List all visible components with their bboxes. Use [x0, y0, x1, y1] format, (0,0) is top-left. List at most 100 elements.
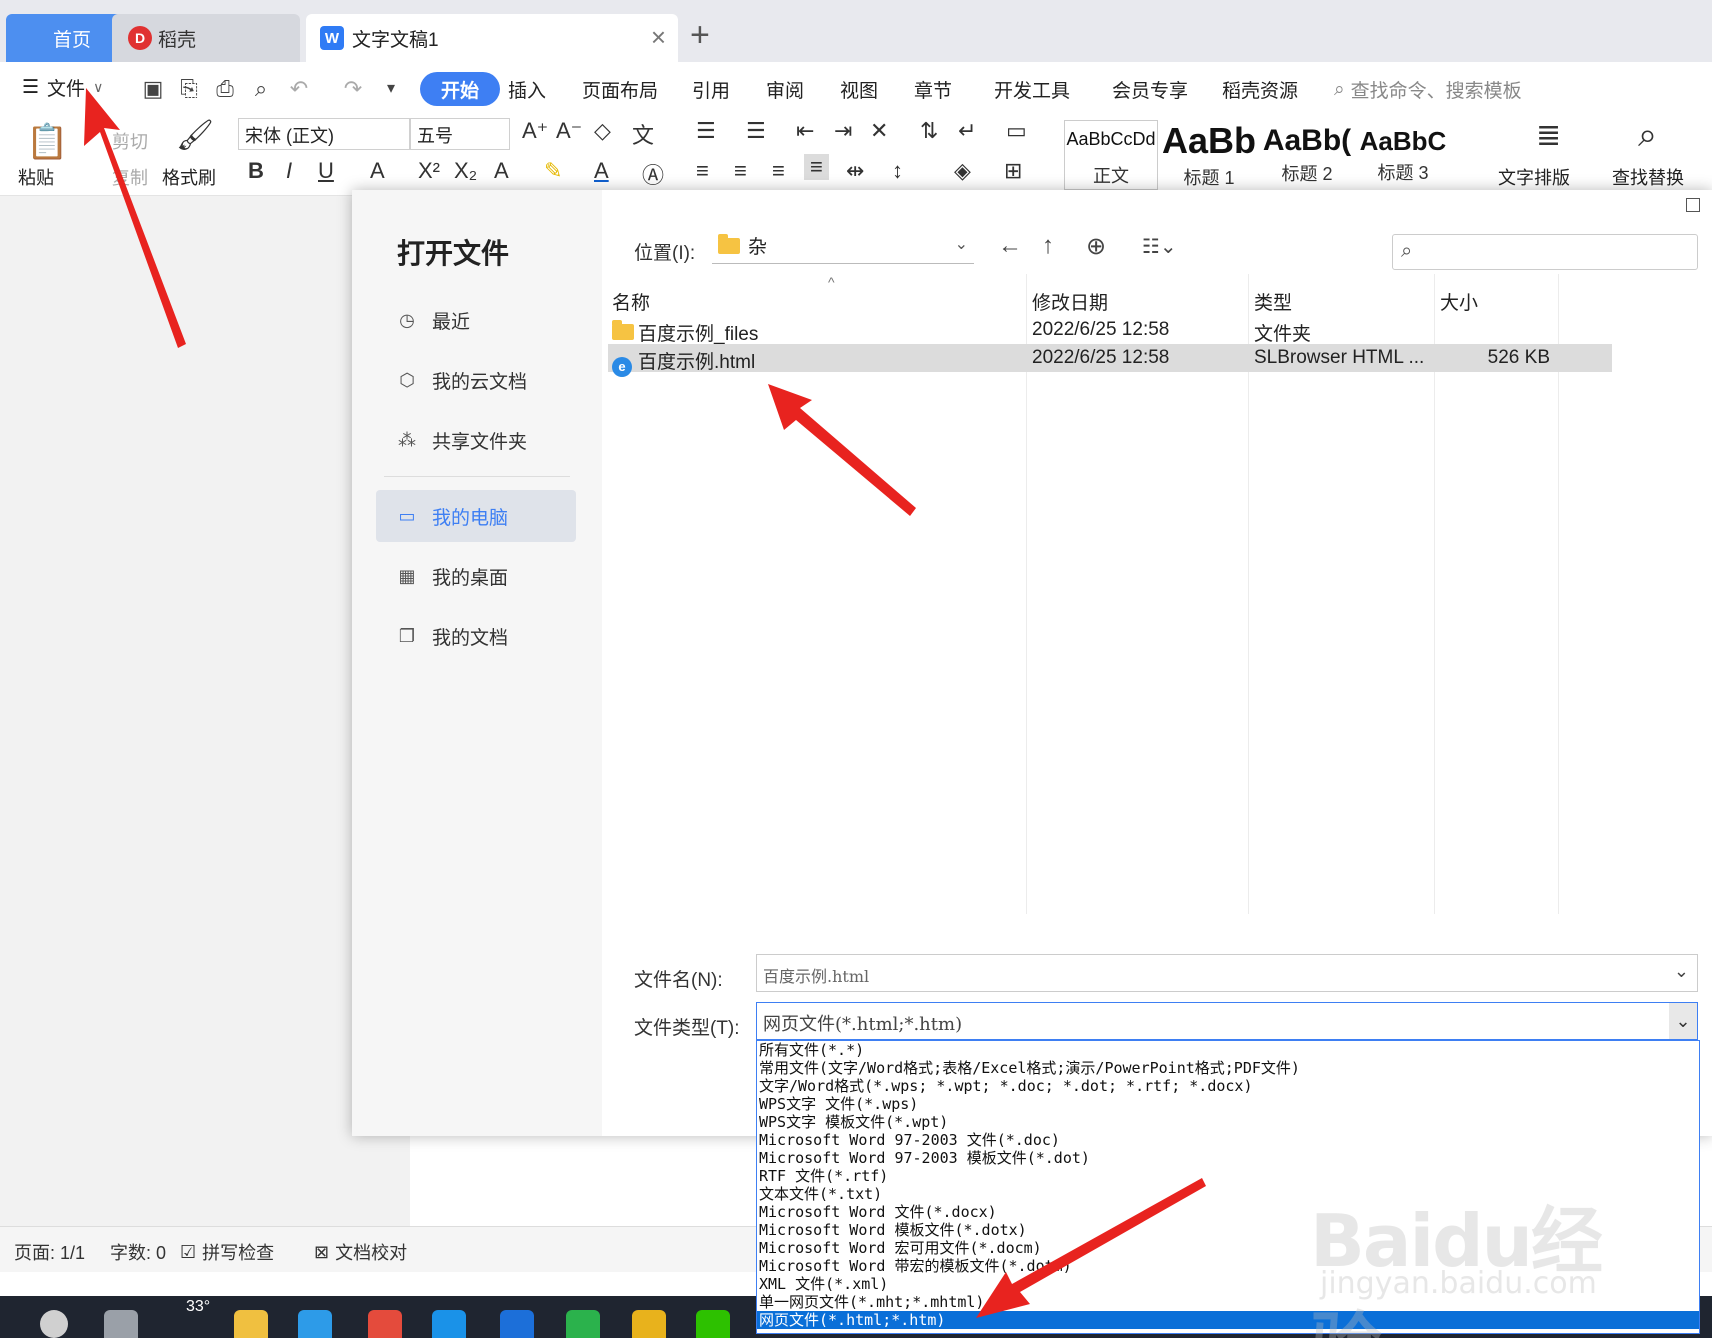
- edge-icon[interactable]: [298, 1310, 332, 1338]
- security-icon[interactable]: [500, 1310, 534, 1338]
- undo-icon[interactable]: ↶: [286, 76, 312, 102]
- column-type[interactable]: 类型: [1254, 288, 1292, 315]
- nav-shared-folder[interactable]: ⁂ 共享文件夹: [376, 414, 576, 466]
- tab-document[interactable]: W 文字文稿1 ×: [306, 14, 678, 62]
- tab-insert[interactable]: 插入: [508, 76, 546, 103]
- font-color-icon[interactable]: A: [594, 158, 609, 184]
- highlight-icon[interactable]: ✎: [544, 158, 562, 184]
- strikethrough-icon[interactable]: A: [370, 158, 385, 184]
- font-size-select[interactable]: 五号: [410, 118, 510, 150]
- nav-recent[interactable]: ◷ 最近: [376, 294, 576, 346]
- italic-icon[interactable]: I: [286, 158, 292, 184]
- cut-button[interactable]: 剪切: [112, 128, 148, 154]
- show-marks-icon[interactable]: ↵: [958, 118, 976, 144]
- column-name[interactable]: 名称: [612, 288, 650, 315]
- tab-daoke[interactable]: D 稻壳: [112, 14, 300, 62]
- weather-temperature[interactable]: 33°: [186, 1298, 210, 1316]
- line-spacing-icon[interactable]: ↕: [892, 158, 903, 184]
- paste-button[interactable]: 粘贴: [18, 164, 54, 190]
- numbered-list-icon[interactable]: ☰: [746, 118, 766, 144]
- redo-icon[interactable]: ↷: [340, 76, 366, 102]
- filename-input[interactable]: 百度示例.html ⌄: [756, 954, 1698, 992]
- format-painter-icon[interactable]: 🖌: [176, 118, 214, 153]
- filetype-option[interactable]: WPS文字 模板文件(*.wpt): [757, 1113, 1699, 1131]
- task-view-icon[interactable]: [104, 1310, 138, 1338]
- bullet-list-icon[interactable]: ☰: [696, 118, 716, 144]
- new-tab-icon[interactable]: +: [690, 18, 710, 52]
- export-icon[interactable]: ⎘: [176, 76, 202, 102]
- subscript-icon[interactable]: X₂: [454, 158, 477, 184]
- paste-icon[interactable]: 📋: [26, 122, 68, 162]
- tab-page-layout[interactable]: 页面布局: [582, 76, 658, 103]
- distribute-icon[interactable]: ⇹: [846, 158, 864, 184]
- style-normal[interactable]: AaBbCcDd 正文: [1064, 120, 1158, 190]
- clear-format-icon[interactable]: ◇: [594, 118, 611, 144]
- bold-icon[interactable]: B: [248, 158, 264, 184]
- print-preview-icon[interactable]: ⌕: [248, 76, 274, 102]
- style-heading-2[interactable]: AaBb( 标题 2: [1260, 120, 1354, 190]
- superscript-icon[interactable]: X²: [418, 158, 440, 184]
- tab-daoke-resources[interactable]: 稻壳资源: [1222, 76, 1298, 103]
- filetype-option[interactable]: 所有文件(*.*): [757, 1041, 1699, 1059]
- filetype-option[interactable]: 文字/Word格式(*.wps; *.wpt; *.doc; *.dot; *.…: [757, 1077, 1699, 1095]
- nav-cloud-docs[interactable]: ⬡ 我的云文档: [376, 354, 576, 406]
- find-icon[interactable]: ⌕: [1638, 116, 1657, 155]
- tab-developer[interactable]: 开发工具: [994, 76, 1070, 103]
- chinese-layout-icon[interactable]: ✕: [870, 118, 888, 144]
- copy-button[interactable]: 复制: [112, 164, 148, 190]
- grow-font-icon[interactable]: A⁺: [522, 118, 548, 144]
- spell-check-button[interactable]: ☑ 拼写检查: [180, 1239, 274, 1265]
- justify-icon[interactable]: ≡: [804, 154, 829, 180]
- format-painter-button[interactable]: 格式刷: [162, 164, 216, 190]
- nav-my-documents[interactable]: ❐ 我的文档: [376, 610, 576, 662]
- increase-indent-icon[interactable]: ⇥: [834, 118, 852, 144]
- filetype-option[interactable]: Microsoft Word 97-2003 文件(*.doc): [757, 1131, 1699, 1149]
- chevron-down-icon[interactable]: ⌄: [1669, 1003, 1697, 1039]
- close-tab-icon[interactable]: ×: [651, 24, 666, 50]
- text-effect-icon[interactable]: A: [494, 158, 509, 184]
- save-icon[interactable]: ▣: [140, 76, 166, 102]
- chrome-icon[interactable]: [632, 1310, 666, 1338]
- file-menu-button[interactable]: ☰ 文件 ∨: [22, 74, 103, 101]
- print-icon[interactable]: ⎙: [212, 76, 238, 102]
- tab-review[interactable]: 审阅: [766, 76, 804, 103]
- phonetic-icon[interactable]: 文: [632, 118, 654, 150]
- tab-start[interactable]: 开始: [420, 72, 500, 106]
- nav-my-computer[interactable]: ▭ 我的电脑: [376, 490, 576, 542]
- file-row-html[interactable]: e 百度示例.html 2022/6/25 12:58 SLBrowser HTM…: [608, 344, 1612, 377]
- file-row-folder[interactable]: 百度示例_files 2022/6/25 12:58 文件夹: [608, 316, 1612, 345]
- borders-icon[interactable]: ⊞: [1004, 158, 1022, 184]
- tab-member[interactable]: 会员专享: [1112, 76, 1188, 103]
- location-select[interactable]: 杂 ⌄: [712, 228, 974, 264]
- decrease-indent-icon[interactable]: ⇤: [796, 118, 814, 144]
- browser-icon[interactable]: [432, 1310, 466, 1338]
- filetype-option[interactable]: 常用文件(文字/Word格式;表格/Excel格式;演示/PowerPoint格…: [757, 1059, 1699, 1077]
- nav-my-desktop[interactable]: ▦ 我的桌面: [376, 550, 576, 602]
- filetype-select[interactable]: 网页文件(*.html;*.htm) ⌄: [756, 1002, 1698, 1040]
- chevron-down-icon[interactable]: ⌄: [1674, 961, 1689, 982]
- shrink-font-icon[interactable]: A⁻: [556, 118, 582, 144]
- view-options-icon[interactable]: ☷⌄: [1142, 234, 1177, 259]
- font-family-select[interactable]: 宋体 (正文): [238, 118, 410, 150]
- up-arrow-icon[interactable]: ↑: [1042, 232, 1054, 260]
- text-layout-icon[interactable]: ≣: [1536, 118, 1561, 153]
- doc-proof-button[interactable]: ⊠ 文档校对: [314, 1239, 407, 1265]
- char-border-icon[interactable]: Ⓐ: [642, 158, 664, 190]
- word-count[interactable]: 字数: 0: [110, 1239, 166, 1265]
- customize-toolbar-icon[interactable]: ▾: [378, 76, 404, 102]
- ruler-icon[interactable]: ▭: [1006, 118, 1027, 144]
- maximize-icon[interactable]: [1686, 198, 1700, 212]
- tab-references[interactable]: 引用: [692, 76, 730, 103]
- tab-section[interactable]: 章节: [914, 76, 952, 103]
- underline-icon[interactable]: U: [318, 158, 334, 184]
- search-icon[interactable]: [40, 1310, 68, 1338]
- align-right-icon[interactable]: ≡: [772, 158, 785, 184]
- text-layout-button[interactable]: 文字排版: [1498, 164, 1570, 190]
- tab-view[interactable]: 视图: [840, 76, 878, 103]
- align-center-icon[interactable]: ≡: [734, 158, 747, 184]
- column-size[interactable]: 大小: [1440, 288, 1478, 315]
- messenger-icon[interactable]: [566, 1310, 600, 1338]
- command-search[interactable]: ⌕ 查找命令、搜索模板: [1334, 76, 1522, 103]
- style-heading-3[interactable]: AaBbC 标题 3: [1356, 120, 1450, 190]
- store-icon[interactable]: [368, 1310, 402, 1338]
